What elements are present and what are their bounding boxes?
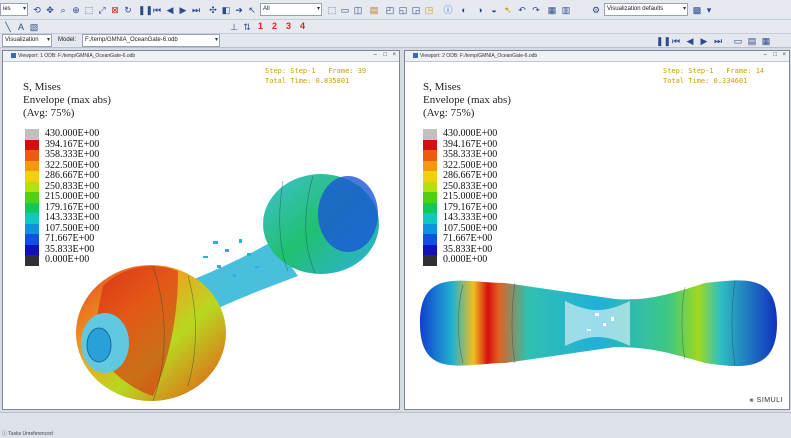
line-icon[interactable]: ╲: [2, 21, 14, 33]
cycle-view-icon[interactable]: ↻: [122, 4, 134, 16]
module-combo[interactable]: Visualization ▾: [2, 34, 52, 47]
color-code-icon[interactable]: ▩: [691, 4, 703, 16]
left-end-opening: [86, 327, 112, 363]
text-icon[interactable]: A: [15, 21, 27, 33]
step-number-2[interactable]: 2: [272, 21, 277, 31]
chevron-down-icon: ▾: [682, 6, 686, 12]
next-frame-icon[interactable]: ▶: [698, 35, 710, 47]
redo-icon[interactable]: ↷: [530, 4, 542, 16]
last-frame-icon[interactable]: ⏭: [190, 4, 202, 16]
box-select-icon[interactable]: ⬚: [326, 4, 338, 16]
select-arrow-icon[interactable]: ↖: [246, 4, 258, 16]
model-label: Model:: [58, 37, 77, 43]
cursor-icon[interactable]: ➷: [502, 4, 514, 16]
undo-icon[interactable]: ↶: [516, 4, 528, 16]
left-combo-value: ies: [3, 6, 11, 12]
first-frame-icon[interactable]: ⏮: [670, 35, 682, 47]
chevron-down-icon: ▾: [22, 6, 26, 12]
main-toolbar: ies ▾ ⟲ ✥ ⌕ ⊕ ⬚ ⤢ ⊠ ↻ ❚❚ ⏮ ◀ ▶ ⏭ ✣ ◧ ➜ ↖ …: [0, 0, 791, 20]
chevron-down-icon: ▾: [46, 37, 50, 43]
translate-icon[interactable]: ⇅: [241, 21, 253, 33]
right-dome-cap: [318, 176, 378, 252]
top-view-icon[interactable]: ◲: [410, 4, 422, 16]
axis-triad-icon[interactable]: ⊥: [228, 21, 240, 33]
query-icon[interactable]: ◫: [352, 4, 364, 16]
step-number-1[interactable]: 1: [258, 21, 263, 31]
iso-view-icon[interactable]: ◰: [384, 4, 396, 16]
visualization-defaults-value: Visualization defaults: [607, 6, 664, 12]
box-zoom-icon[interactable]: ⬚: [83, 4, 95, 16]
render-icon[interactable]: ▤: [368, 4, 380, 16]
visualization-defaults-combo[interactable]: Visualization defaults ▾: [604, 3, 688, 16]
step-number-4[interactable]: 4: [300, 21, 305, 31]
context-bar: Visualization ▾ Model: F:/temp/GMNIA_Ocea…: [0, 34, 791, 48]
first-frame-icon[interactable]: ⏮: [151, 4, 163, 16]
chevron-down-icon: ▾: [316, 6, 320, 12]
contour-plot-2[interactable]: [405, 51, 790, 410]
part-icon[interactable]: ▭: [339, 4, 351, 16]
annotation-icon[interactable]: ▧: [28, 21, 40, 33]
view-icon[interactable]: ◧: [220, 4, 232, 16]
model-combo-value: F:/temp/GMNIA_OceanGate-6.odb: [85, 37, 178, 43]
previous-frame-icon[interactable]: ◀: [684, 35, 696, 47]
info-icon[interactable]: ⓘ: [442, 4, 454, 16]
palette-icon[interactable]: ▦: [546, 4, 558, 16]
selection-combo[interactable]: All ▾: [260, 3, 322, 16]
move-icon[interactable]: ✣: [207, 4, 219, 16]
magnify-icon[interactable]: ⌕: [57, 4, 69, 16]
status-bar: ⓘ Tasks Unreferenced: [0, 412, 791, 438]
status-text: ⓘ Tasks Unreferenced: [2, 431, 53, 437]
brand-text: SIMULI: [756, 397, 783, 404]
tile-icon[interactable]: ▭: [732, 35, 744, 47]
secondary-toolbar: ╲ A ▧ ⊥ ⇅ 1 2 3 4: [0, 20, 791, 34]
rotate-icon[interactable]: ⟲: [31, 4, 43, 16]
module-combo-value: Visualization: [5, 37, 39, 43]
viewport-2[interactable]: Viewport: 2 ODB: F:/temp/GMNIA_OceanGate…: [404, 50, 790, 410]
auto-fit-icon[interactable]: ⤢: [96, 4, 108, 16]
next-frame-icon[interactable]: ▶: [177, 4, 189, 16]
left-combo[interactable]: ies ▾: [0, 3, 28, 16]
step-number-3[interactable]: 3: [286, 21, 291, 31]
shade-icon[interactable]: ◑: [474, 4, 486, 16]
options-icon[interactable]: ▥: [560, 4, 572, 16]
cascade-icon[interactable]: ▤: [746, 35, 758, 47]
zoom-icon[interactable]: ⊕: [70, 4, 82, 16]
dropdown-icon[interactable]: ▾: [703, 4, 715, 16]
wireframe-icon[interactable]: ◒: [488, 4, 500, 16]
visualization-defaults-icon: ⚙: [591, 5, 601, 15]
pan-icon[interactable]: ✥: [44, 4, 56, 16]
last-frame-icon[interactable]: ⏭: [712, 35, 724, 47]
grid-icon[interactable]: ▦: [760, 35, 772, 47]
front-view-icon[interactable]: ◱: [397, 4, 409, 16]
fit-view-icon[interactable]: ⊠: [109, 4, 121, 16]
model-combo[interactable]: F:/temp/GMNIA_OceanGate-6.odb ▾: [82, 34, 220, 47]
arrow-right-icon[interactable]: ➜: [233, 4, 245, 16]
simulia-logo: ⨳ SIMULI: [749, 397, 783, 404]
viewport-1[interactable]: Viewport: 1 ODB: F:/temp/GMNIA_OceanGate…: [2, 50, 400, 410]
selection-combo-value: All: [263, 6, 270, 12]
toggle-icon[interactable]: ◐: [458, 4, 470, 16]
abaqus-cae-window: ies ▾ ⟲ ✥ ⌕ ⊕ ⬚ ⤢ ⊠ ↻ ❚❚ ⏮ ◀ ▶ ⏭ ✣ ◧ ➜ ↖ …: [0, 0, 791, 438]
chevron-down-icon: ▾: [214, 37, 218, 43]
pause-icon[interactable]: ❚❚: [138, 4, 153, 16]
previous-frame-icon[interactable]: ◀: [164, 4, 176, 16]
pause-icon[interactable]: ❚❚: [656, 35, 671, 47]
side-view-icon[interactable]: ◳: [423, 4, 435, 16]
contour-plot-1[interactable]: [3, 51, 400, 410]
